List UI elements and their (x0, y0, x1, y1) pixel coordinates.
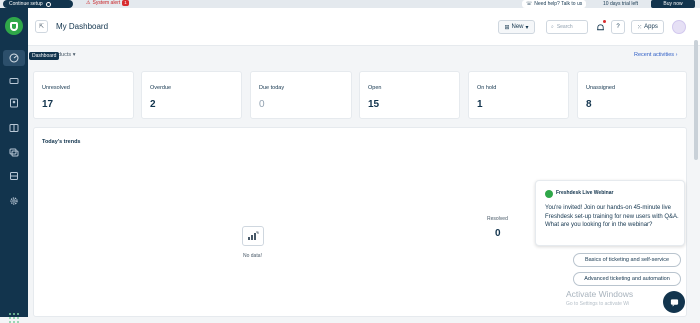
top-banner: Continue setup ⚠ System alert 1 ☏ Need h… (0, 0, 700, 8)
stat-card-due-today[interactable]: Due today 0 (250, 71, 352, 119)
apps-label: Apps (644, 24, 658, 30)
expand-sidebar-icon[interactable]: ⇱ (35, 20, 48, 33)
sidebar-item-admin[interactable] (8, 195, 20, 207)
notifications-bell-icon[interactable] (594, 20, 606, 34)
reports-icon (10, 172, 18, 180)
page-header: ⇱ My Dashboard ⊞ New ▾ ⌕ Search ? ⁙ Apps (28, 8, 700, 46)
product-filter-dropdown[interactable]: ducts ▾ (58, 52, 75, 58)
stat-value: 15 (368, 99, 380, 110)
sidebar-item-forums[interactable] (8, 146, 20, 158)
product-filter-label: ducts (58, 52, 72, 58)
tickets-icon (9, 78, 19, 84)
stat-card-overdue[interactable]: Overdue 2 (141, 71, 242, 119)
sidebar (0, 8, 28, 323)
chevron-down-icon: ▾ (525, 24, 529, 31)
stat-label: On hold (477, 85, 497, 91)
alert-count-badge: 1 (122, 0, 129, 6)
stat-card-unresolved[interactable]: Unresolved 17 (33, 71, 134, 119)
no-data-message: No data! (243, 253, 262, 259)
trends-title: Today's trends (42, 139, 81, 145)
recent-activities-link[interactable]: Recent activities › (634, 52, 677, 58)
webinar-option-advanced[interactable]: Advanced ticketing and automation (573, 272, 681, 286)
resolved-label: Resolved (487, 216, 508, 222)
stat-label: Open (368, 85, 382, 91)
sidebar-item-solutions[interactable] (8, 122, 20, 134)
avatar[interactable] (672, 20, 686, 34)
chevron-down-icon: ▾ (72, 52, 76, 58)
chevron-right-icon: › (675, 52, 678, 58)
stat-card-open[interactable]: Open 15 (359, 71, 460, 119)
gear-icon (10, 197, 18, 205)
forums-icon (9, 148, 19, 157)
stat-value: 8 (586, 99, 592, 110)
page-scrollbar[interactable] (694, 40, 698, 160)
stat-card-unassigned[interactable]: Unassigned 8 (577, 71, 687, 119)
new-label: New (511, 24, 524, 30)
sidebar-item-tickets[interactable] (8, 75, 20, 87)
sidebar-item-dashboard[interactable] (3, 50, 25, 66)
talk-to-us-button[interactable]: ☏ Need help? Talk to us (522, 0, 587, 8)
freshdesk-logo (545, 190, 553, 198)
webinar-chat-bubble: Freshdesk Live Webinar You're invited! J… (535, 180, 685, 246)
chat-launcher-button[interactable] (663, 291, 685, 313)
help-button[interactable]: ? (611, 20, 625, 34)
webinar-message: You're invited! Join our hands-on 45-min… (545, 205, 679, 228)
trial-status: 10 days trial left (603, 1, 639, 7)
sidebar-item-contacts[interactable] (8, 97, 20, 109)
apps-button[interactable]: ⁙ Apps (631, 20, 664, 34)
headset-icon: ☏ (526, 1, 533, 7)
webinar-option-basics[interactable]: Basics of ticketing and self-service (573, 253, 681, 267)
stat-value: 2 (150, 99, 156, 110)
dashboard-icon (9, 53, 19, 63)
stat-label: Unassigned (586, 85, 616, 91)
recent-activities-label: Recent activities (634, 52, 675, 58)
activate-windows-watermark: Activate Windows (566, 289, 634, 299)
dashboard-tooltip: Dashboard (29, 52, 60, 60)
app-switcher-icon[interactable] (9, 313, 19, 323)
resolved-value: 0 (495, 228, 501, 239)
sidebar-item-reports[interactable] (8, 170, 20, 182)
help-label: Need help? Talk to us (534, 1, 583, 7)
progress-ring-icon (45, 1, 51, 7)
plus-icon: ⊞ (504, 24, 510, 31)
stat-label: Overdue (150, 85, 172, 91)
freshdesk-logo[interactable] (5, 17, 23, 35)
stat-value: 1 (477, 99, 483, 110)
setup-label: Continue setup (9, 1, 43, 7)
page-title: My Dashboard (56, 22, 109, 31)
notification-dot (603, 20, 606, 23)
grid-icon: ⁙ (637, 24, 643, 31)
chat-icon (670, 298, 678, 307)
stat-card-on-hold[interactable]: On hold 1 (468, 71, 569, 119)
search-icon: ⌕ (551, 24, 554, 30)
webinar-title: Freshdesk Live Webinar (556, 190, 614, 196)
stat-value: 0 (259, 99, 265, 110)
system-alert-label: System alert (92, 0, 121, 6)
solutions-icon (9, 124, 19, 132)
stat-label: Unresolved (42, 85, 70, 91)
continue-setup-button[interactable]: Continue setup (3, 0, 73, 8)
new-button[interactable]: ⊞ New ▾ (498, 20, 535, 34)
stat-label: Due today (259, 85, 285, 91)
search-placeholder: Search (556, 24, 573, 30)
system-alert-link[interactable]: ⚠ System alert 1 (86, 0, 129, 6)
buy-now-button[interactable]: Buy now (651, 0, 695, 8)
warning-icon: ⚠ (86, 0, 91, 6)
activate-windows-subtext: Go to Settings to activate Wi (566, 301, 630, 307)
bar-chart-icon (242, 226, 264, 246)
search-input[interactable]: ⌕ Search (546, 20, 588, 34)
contacts-icon (10, 98, 18, 108)
stat-value: 17 (42, 99, 54, 110)
